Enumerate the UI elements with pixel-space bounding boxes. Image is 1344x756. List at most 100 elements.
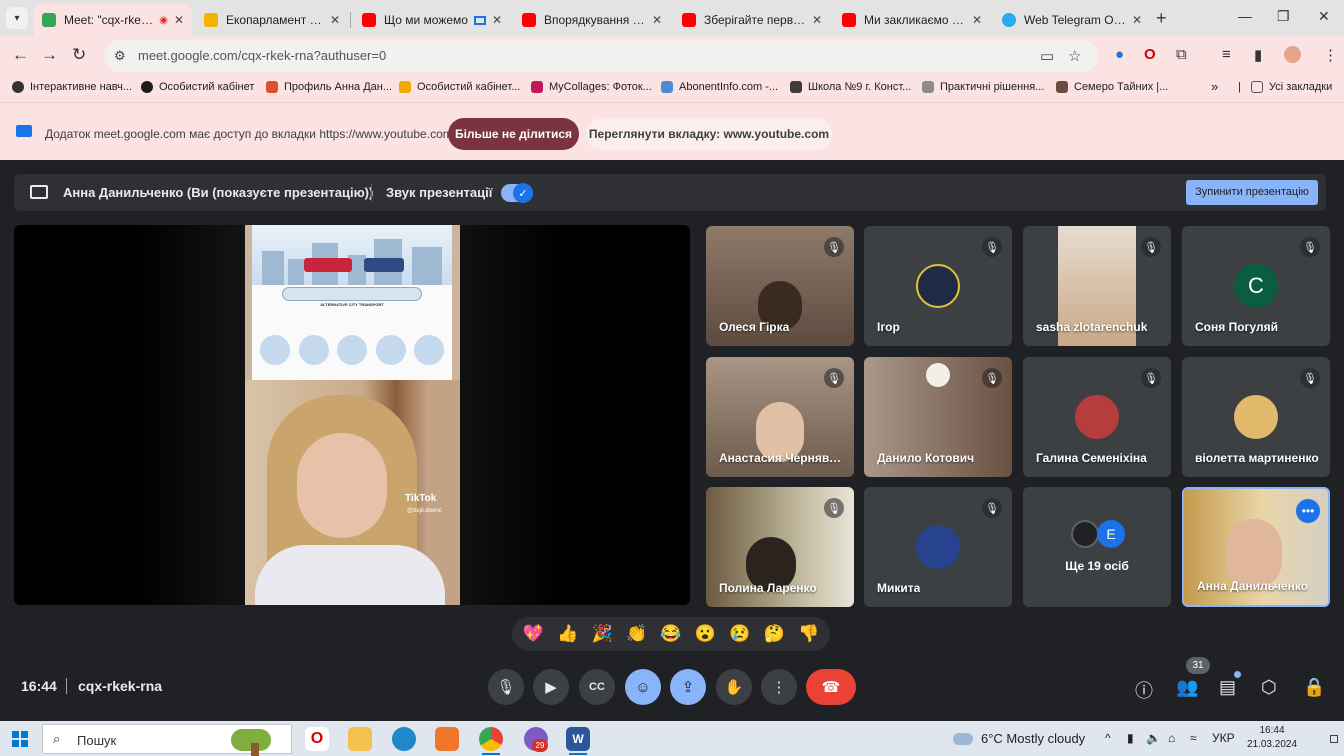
bookmark-item[interactable]: Профиль Анна Дан... (266, 81, 392, 93)
tab-search-chevron-icon[interactable]: ▾ (6, 7, 28, 29)
edge-taskbar-icon[interactable] (392, 727, 416, 751)
party-popper-reaction[interactable]: 🎉 (592, 624, 613, 644)
volume-icon[interactable]: 🔈 (1146, 731, 1161, 745)
notifications-icon[interactable] (1330, 735, 1338, 743)
windows-start-icon[interactable] (12, 731, 28, 747)
raise-hand-button[interactable]: ✋ (716, 669, 752, 705)
view-shared-tab-button[interactable]: Переглянути вкладку: www.youtube.com (586, 118, 832, 150)
host-controls-icon[interactable]: 🔒 (1303, 677, 1325, 698)
participant-tile[interactable]: 🎙 Ігор (864, 226, 1012, 346)
surprised-reaction[interactable]: 😮 (695, 624, 716, 644)
tray-chevron-icon[interactable]: ^ (1105, 731, 1111, 745)
battery-icon[interactable]: ▮ (1127, 731, 1134, 745)
participant-tile[interactable]: 🎙 sasha zlotarenchuk (1023, 226, 1171, 346)
bookmark-item[interactable]: Практичні рішення... (922, 81, 1044, 93)
bookmark-item[interactable]: Школа №9 г. Конст... (790, 81, 911, 93)
word-taskbar-icon[interactable]: W (566, 727, 590, 751)
file-explorer-icon[interactable] (348, 727, 372, 751)
participant-tile[interactable]: C 🎙 Соня Погуляй (1182, 226, 1330, 346)
language-indicator[interactable]: УКР (1212, 731, 1235, 745)
chrome-menu-icon[interactable]: ⋮ (1323, 46, 1338, 64)
wifi-icon[interactable]: ≈ (1190, 731, 1197, 745)
microphone-button[interactable]: 🎙 (488, 669, 524, 705)
tab-youtube-1[interactable]: Що ми можемо ✕ (354, 4, 510, 36)
activities-icon[interactable]: ⬡ (1261, 677, 1277, 698)
more-bookmarks-icon[interactable]: » (1211, 79, 1218, 94)
presentation-audio-toggle[interactable]: ✓ (501, 183, 533, 203)
tab-meet[interactable]: Meet: "cqx-rkek-rna" ◉ ✕ (34, 4, 192, 36)
shared-video[interactable]: ALTERNATIVE CITY TRANSPORT TikTok @dejii… (245, 225, 460, 605)
self-view-tile[interactable]: ••• Анна Данильченко (1182, 487, 1330, 607)
tab-youtube-2[interactable]: Впорядкування тер ✕ (514, 4, 670, 36)
people-icon[interactable]: 👥 (1176, 677, 1198, 698)
stop-presentation-button[interactable]: Зупинити презентацію (1186, 180, 1318, 205)
tab-youtube-3[interactable]: Зберігайте первоцв ✕ (674, 4, 830, 36)
tab-telegram[interactable]: Web Telegram Online ✕ (994, 4, 1150, 36)
sparkling-heart-reaction[interactable]: 💖 (523, 624, 544, 644)
tab-slides[interactable]: Екопарламент 7.pptx ✕ (196, 4, 348, 36)
emoji-reactions-button[interactable]: ☺ (625, 669, 661, 705)
more-participants-tile[interactable]: E Ще 19 осіб (1023, 487, 1171, 607)
thumbs-down-reaction[interactable]: 👎 (798, 624, 819, 644)
stop-sharing-button[interactable]: Більше не ділитися (448, 118, 579, 150)
forward-arrow-icon[interactable]: → (41, 45, 58, 65)
reload-icon[interactable]: ↻ (72, 45, 86, 65)
close-tab-icon[interactable]: ✕ (1132, 13, 1142, 27)
new-tab-plus-icon[interactable]: + (1156, 8, 1167, 29)
present-screen-button[interactable]: ⇪ (670, 669, 706, 705)
network-icon[interactable]: ⌂ (1168, 731, 1175, 745)
system-clock[interactable]: 16:44 21.03.2024 (1246, 724, 1298, 752)
close-tab-icon[interactable]: ✕ (652, 13, 662, 27)
bookmark-star-icon[interactable]: ☆ (1068, 47, 1081, 65)
address-bar[interactable]: ⚙ meet.google.com/cqx-rkek-rna?authuser=… (104, 40, 1098, 72)
close-window-icon[interactable]: ✕ (1318, 8, 1330, 25)
close-tab-icon[interactable]: ✕ (174, 13, 184, 27)
close-tab-icon[interactable]: ✕ (812, 13, 822, 27)
side-panel-icon[interactable]: ▮ (1254, 46, 1262, 64)
taskbar-search[interactable]: ⌕ Пошук (42, 724, 292, 756)
participant-tile[interactable]: 🎙 Олеся Гірка (706, 226, 854, 346)
minimize-icon[interactable]: — (1238, 8, 1252, 24)
maximize-icon[interactable]: ❐ (1277, 8, 1290, 25)
crying-reaction[interactable]: 😢 (729, 624, 750, 644)
url-text[interactable]: meet.google.com/cqx-rkek-rna?authuser=0 (138, 48, 386, 63)
more-options-button[interactable]: ⋮ (761, 669, 797, 705)
participant-tile[interactable]: 🎙 Микита (864, 487, 1012, 607)
leave-call-button[interactable]: ☎ (806, 669, 856, 705)
more-options-icon[interactable]: ••• (1296, 499, 1320, 523)
thumbs-up-reaction[interactable]: 👍 (557, 624, 578, 644)
site-info-icon[interactable]: ⚙ (114, 48, 126, 64)
opera-extension-icon[interactable]: O (1144, 46, 1156, 63)
extension-dot-icon[interactable]: ● (1115, 46, 1124, 63)
participant-tile[interactable]: 🎙 віолетта мартиненко (1182, 357, 1330, 477)
participant-tile[interactable]: 🎙 Анастасия Чернявская (706, 357, 854, 477)
camera-icon[interactable]: ▭ (1040, 47, 1054, 65)
opera-taskbar-icon[interactable]: O (305, 727, 329, 751)
bookmark-item[interactable]: Семеро Тайних |... (1056, 81, 1168, 93)
bookmark-item[interactable]: Особистий кабінет... (399, 81, 520, 93)
clapping-reaction[interactable]: 👏 (626, 624, 647, 644)
laughing-reaction[interactable]: 😂 (660, 624, 681, 644)
thinking-reaction[interactable]: 🤔 (764, 624, 785, 644)
app-taskbar-icon[interactable] (435, 727, 459, 751)
participant-tile[interactable]: 🎙 Полина Ларенко (706, 487, 854, 607)
chrome-taskbar-icon[interactable] (479, 727, 503, 751)
close-tab-icon[interactable]: ✕ (330, 13, 340, 27)
back-arrow-icon[interactable]: ← (12, 45, 29, 65)
bookmark-item[interactable]: Особистий кабінет (141, 81, 254, 93)
weather-widget[interactable]: 6°C Mostly cloudy (953, 731, 1085, 746)
all-bookmarks-button[interactable]: Усі закладки (1251, 81, 1332, 93)
participant-tile[interactable]: 🎙 Данило Котович (864, 357, 1012, 477)
participant-tile[interactable]: 🎙 Галина Семеніхіна (1023, 357, 1171, 477)
bookmark-item[interactable]: AbonentInfo.com -... (661, 81, 778, 93)
close-tab-icon[interactable]: ✕ (492, 13, 502, 27)
bookmark-item[interactable]: Інтерактивне навч... (12, 81, 132, 93)
media-controls-icon[interactable]: ≡ (1222, 46, 1231, 63)
tab-youtube-4[interactable]: Ми закликаємо бути ✕ (834, 4, 990, 36)
profile-avatar[interactable] (1284, 46, 1301, 63)
meeting-info-icon[interactable]: ⓘ (1135, 677, 1153, 703)
chat-icon[interactable]: ▤ (1219, 677, 1236, 698)
close-tab-icon[interactable]: ✕ (972, 13, 982, 27)
camera-button[interactable]: ▶ (533, 669, 569, 705)
bookmark-item[interactable]: MyCollages: Фоток... (531, 81, 652, 93)
